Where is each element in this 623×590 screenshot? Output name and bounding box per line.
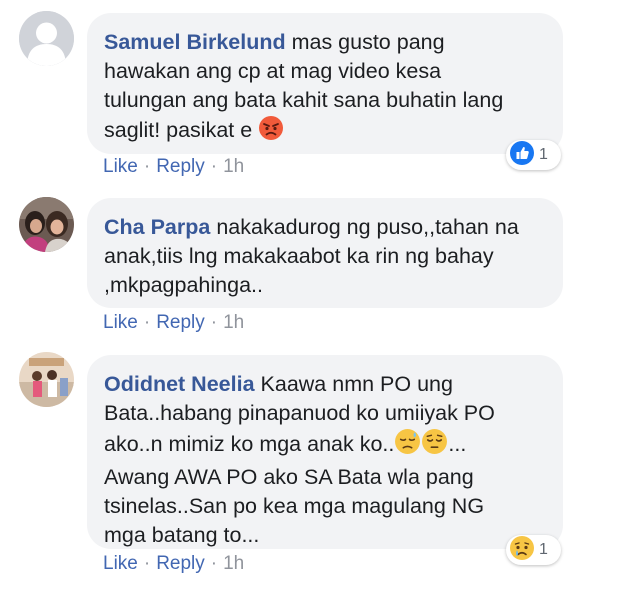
angry-face-icon bbox=[258, 115, 284, 149]
comment-text: ... bbox=[448, 432, 467, 456]
reply-link[interactable]: Reply bbox=[156, 156, 205, 177]
comment-bubble: Odidnet Neelia Kaawa nmn PO ung Bata..ha… bbox=[87, 355, 563, 549]
comment-author[interactable]: Odidnet Neelia bbox=[104, 372, 255, 396]
reply-link[interactable]: Reply bbox=[156, 312, 205, 333]
avatar[interactable] bbox=[19, 352, 74, 407]
comment-line: Bata..habang pinapanuod ko umiiyak PO bbox=[104, 401, 495, 425]
default-avatar-icon bbox=[19, 11, 74, 66]
downcast-sweat-face-icon bbox=[394, 428, 421, 463]
comment-line: Cha Parpa nakakadurog ng puso,,tahan na bbox=[104, 213, 543, 242]
comment-author[interactable]: Cha Parpa bbox=[104, 215, 210, 239]
separator: · bbox=[210, 553, 218, 574]
comment-line: mga batang to... bbox=[104, 523, 260, 547]
comment-text: Kaawa nmn PO ung bbox=[254, 372, 453, 396]
avatar[interactable] bbox=[19, 11, 74, 66]
comment-line: Awang AWA PO ako SA Bata wla pang bbox=[104, 465, 474, 489]
comment-line: tsinelas..San po kea mga magulang NG bbox=[104, 494, 485, 518]
comment-bubble: Cha Parpa nakakadurog ng puso,,tahan na … bbox=[87, 198, 563, 308]
like-link[interactable]: Like bbox=[103, 156, 138, 177]
comment-text: mas gusto pang bbox=[285, 30, 445, 54]
like-link[interactable]: Like bbox=[103, 312, 138, 333]
comment-timestamp[interactable]: 1h bbox=[223, 312, 244, 333]
avatar[interactable] bbox=[19, 197, 74, 252]
reply-link[interactable]: Reply bbox=[156, 553, 205, 574]
comment-line: saglit! pasikat e bbox=[104, 115, 543, 149]
separator: · bbox=[210, 156, 218, 177]
comment-actions: Like · Reply · 1h bbox=[103, 312, 244, 334]
like-reaction-icon bbox=[509, 140, 535, 171]
comment-timestamp[interactable]: 1h bbox=[223, 553, 244, 574]
like-link[interactable]: Like bbox=[103, 553, 138, 574]
relieved-face-icon bbox=[421, 428, 448, 463]
comment-author[interactable]: Samuel Birkelund bbox=[104, 30, 286, 54]
reaction-count-label: 1 bbox=[539, 146, 548, 163]
comment-line: tulungan ang bata kahit sana buhatin lan… bbox=[104, 88, 504, 112]
comment-line: anak,tiis lng makakaabot ka rin ng bahay bbox=[104, 244, 494, 268]
comment-line: ako..n mimiz ko mga anak ko.. ... bbox=[104, 428, 543, 463]
sad-reaction-icon bbox=[509, 535, 535, 566]
user-photo-avatar bbox=[19, 197, 74, 252]
comment-text: nakakadurog ng puso,,tahan na bbox=[210, 215, 519, 239]
comment-line: ,mkpagpahinga.. bbox=[104, 273, 263, 297]
separator: · bbox=[143, 156, 151, 177]
comment-line: hawakan ang cp at mag video kesa bbox=[104, 59, 442, 83]
reaction-count-label: 1 bbox=[539, 541, 548, 558]
comment-actions: Like · Reply · 1h bbox=[103, 156, 244, 178]
comment-line: Samuel Birkelund mas gusto pang bbox=[104, 28, 543, 57]
separator: · bbox=[143, 553, 151, 574]
comment-line: Odidnet Neelia Kaawa nmn PO ung bbox=[104, 370, 543, 399]
comment-timestamp[interactable]: 1h bbox=[223, 156, 244, 177]
comment-text: ako..n mimiz ko mga anak ko.. bbox=[104, 432, 395, 456]
separator: · bbox=[210, 312, 218, 333]
comment-bubble: Samuel Birkelund mas gusto pang hawakan … bbox=[87, 13, 563, 154]
comment-actions: Like · Reply · 1h bbox=[103, 553, 244, 575]
reaction-count[interactable]: 1 bbox=[506, 535, 561, 565]
user-photo-avatar bbox=[19, 352, 74, 407]
comment-text: saglit! pasikat e bbox=[104, 118, 259, 142]
separator: · bbox=[143, 312, 151, 333]
reaction-count[interactable]: 1 bbox=[506, 140, 561, 170]
